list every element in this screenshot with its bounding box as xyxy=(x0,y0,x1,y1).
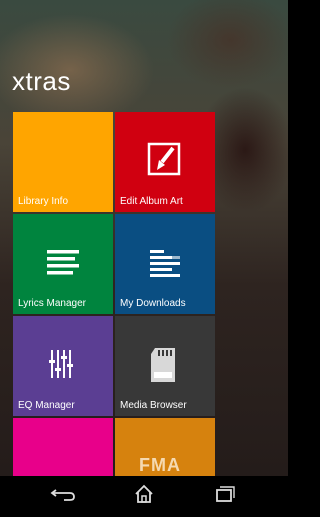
tile-pink[interactable] xyxy=(13,418,113,476)
tile-library-info[interactable]: Library Info xyxy=(13,112,113,212)
home-button[interactable] xyxy=(114,476,174,512)
tile-fma[interactable]: FMA xyxy=(115,418,215,476)
tile-eq-manager[interactable]: EQ Manager xyxy=(13,316,113,416)
fma-logo: FMA xyxy=(139,455,181,475)
back-icon xyxy=(50,489,75,501)
tile-label: Library Info xyxy=(18,196,69,207)
tile-label: Lyrics Manager xyxy=(18,298,86,309)
tile-lyrics-manager[interactable]: Lyrics Manager xyxy=(13,214,113,314)
tile-label: Media Browser xyxy=(120,400,187,411)
tile-label: Edit Album Art xyxy=(120,196,183,207)
recents-icon xyxy=(216,486,235,502)
page-title: xtras xyxy=(12,66,71,96)
back-button[interactable] xyxy=(34,476,94,512)
tile-label: My Downloads xyxy=(120,298,186,309)
tile-label: EQ Manager xyxy=(18,400,75,411)
recents-button[interactable] xyxy=(194,476,254,512)
home-icon xyxy=(135,484,153,503)
tile-edit-album-art[interactable]: Edit Album Art xyxy=(115,112,215,212)
tile-media-browser[interactable]: Media Browser xyxy=(115,316,215,416)
tile-my-downloads[interactable]: My Downloads xyxy=(115,214,215,314)
navigation-bar xyxy=(0,476,288,512)
